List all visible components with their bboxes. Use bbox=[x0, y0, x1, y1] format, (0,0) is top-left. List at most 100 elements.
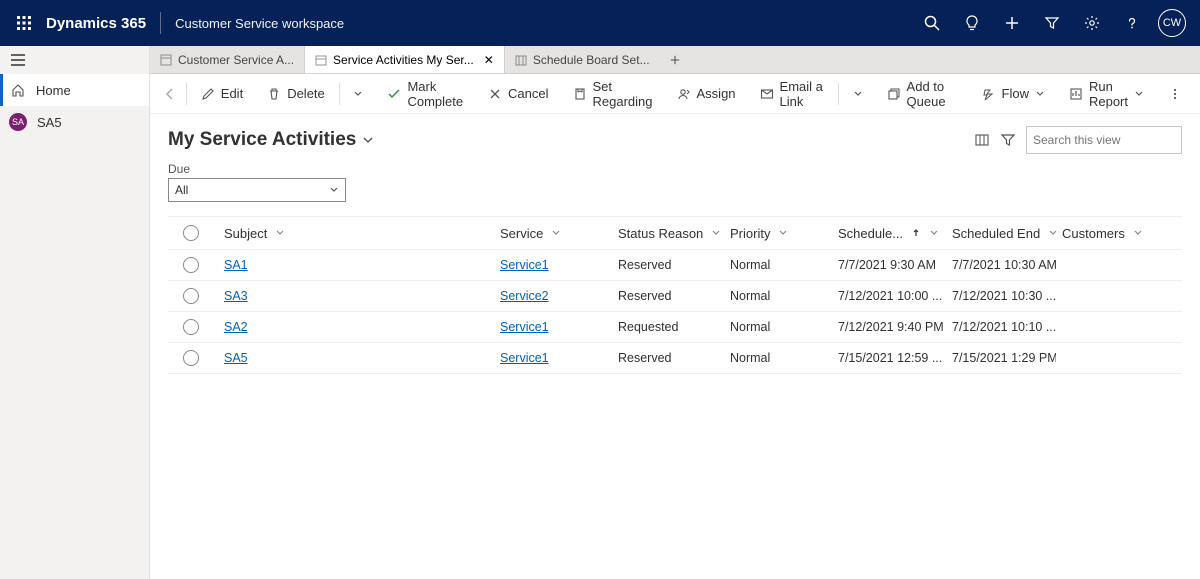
chevron-down-icon bbox=[362, 134, 374, 146]
start-cell: 7/15/2021 12:59 ... bbox=[832, 351, 946, 365]
status-cell: Reserved bbox=[612, 258, 724, 272]
chevron-down-icon bbox=[1035, 89, 1045, 99]
end-cell: 7/7/2021 10:30 AM bbox=[946, 258, 1056, 272]
brand-name: Dynamics 365 bbox=[46, 15, 146, 32]
priority-cell: Normal bbox=[724, 258, 832, 272]
end-cell: 7/12/2021 10:30 ... bbox=[946, 289, 1056, 303]
assign-button[interactable]: Assign bbox=[667, 74, 746, 114]
col-scheduled-end[interactable]: Scheduled End bbox=[946, 226, 1056, 241]
activity-badge-icon: SA bbox=[9, 113, 27, 131]
start-cell: 7/12/2021 10:00 ... bbox=[832, 289, 946, 303]
row-selector[interactable] bbox=[168, 319, 214, 335]
tab-service-activities[interactable]: Service Activities My Ser... ✕ bbox=[304, 46, 505, 73]
user-avatar-initials: CW bbox=[1163, 17, 1181, 29]
edit-button[interactable]: Edit bbox=[191, 74, 253, 114]
nav-item-sa5[interactable]: SA SA5 bbox=[0, 106, 149, 138]
set-regarding-button[interactable]: Set Regarding bbox=[563, 74, 663, 114]
col-service[interactable]: Service bbox=[494, 226, 612, 241]
table-row[interactable]: SA1 Service1 ReservedNormal7/7/2021 9:30 A… bbox=[168, 250, 1182, 281]
grid-header: Subject Service Status Reason Priority S… bbox=[168, 216, 1182, 250]
cmd-label: Add to Queue bbox=[907, 79, 958, 109]
lightbulb-icon[interactable] bbox=[952, 0, 992, 46]
status-cell: Requested bbox=[612, 320, 724, 334]
col-status[interactable]: Status Reason bbox=[612, 226, 724, 241]
overflow-button[interactable] bbox=[1158, 74, 1192, 114]
tab-schedule-board[interactable]: Schedule Board Set... bbox=[505, 46, 660, 73]
col-priority[interactable]: Priority bbox=[724, 226, 832, 241]
tabstrip: Customer Service A... Service Activities… bbox=[150, 46, 1200, 74]
filter-view-icon[interactable] bbox=[1000, 132, 1016, 148]
search-view-box[interactable] bbox=[1026, 126, 1182, 154]
nav-collapse-toggle[interactable] bbox=[0, 46, 149, 74]
cmd-label: Email a Link bbox=[780, 79, 824, 109]
sort-ascending-icon bbox=[911, 228, 921, 238]
tab-label: Customer Service A... bbox=[178, 53, 294, 67]
tab-customer-service[interactable]: Customer Service A... bbox=[150, 46, 304, 73]
back-button[interactable] bbox=[158, 87, 182, 101]
row-selector[interactable] bbox=[168, 288, 214, 304]
table-row[interactable]: SA5Service1ReservedNormal7/15/2021 12:59… bbox=[168, 343, 1182, 374]
nav-item-home[interactable]: Home bbox=[0, 74, 149, 106]
service-link[interactable]: Service2 bbox=[500, 289, 549, 303]
topbar-divider bbox=[160, 12, 161, 34]
status-cell: Reserved bbox=[612, 351, 724, 365]
delete-icon bbox=[267, 87, 281, 101]
new-tab-button[interactable] bbox=[660, 46, 690, 73]
subject-link[interactable]: SA1 bbox=[224, 258, 248, 272]
subject-link[interactable]: SA3 bbox=[224, 289, 248, 303]
data-grid: Subject Service Status Reason Priority S… bbox=[168, 216, 1182, 374]
cmd-label: Delete bbox=[287, 86, 325, 101]
nav-item-label: Home bbox=[36, 83, 71, 98]
view-title-text: My Service Activities bbox=[168, 129, 356, 151]
row-selector[interactable] bbox=[168, 350, 214, 366]
table-row[interactable]: SA3Service2ReservedNormal7/12/2021 10:00… bbox=[168, 281, 1182, 312]
col-scheduled-start[interactable]: Schedule... bbox=[832, 226, 946, 241]
add-to-queue-button[interactable]: Add to Queue bbox=[877, 74, 968, 114]
mark-complete-button[interactable]: Mark Complete bbox=[377, 74, 474, 114]
add-icon[interactable] bbox=[992, 0, 1032, 46]
start-cell: 7/7/2021 9:30 AM bbox=[832, 258, 946, 272]
subject-link[interactable]: SA2 bbox=[224, 320, 248, 334]
user-avatar[interactable]: CW bbox=[1158, 9, 1186, 37]
table-row[interactable]: SA2Service1RequestedNormal7/12/2021 9:40… bbox=[168, 312, 1182, 343]
help-icon[interactable] bbox=[1112, 0, 1152, 46]
chevron-down-icon bbox=[329, 185, 339, 195]
app-launcher-icon[interactable] bbox=[8, 7, 40, 39]
search-input[interactable] bbox=[1033, 133, 1188, 147]
view-title[interactable]: My Service Activities bbox=[168, 129, 374, 151]
gear-icon[interactable] bbox=[1072, 0, 1112, 46]
email-link-button[interactable]: Email a Link bbox=[750, 74, 834, 114]
service-link[interactable]: Service1 bbox=[500, 258, 549, 272]
edit-icon bbox=[201, 87, 215, 101]
flow-button[interactable]: Flow bbox=[972, 74, 1055, 114]
run-report-button[interactable]: Run Report bbox=[1059, 74, 1154, 114]
column-options-icon[interactable] bbox=[974, 132, 990, 148]
cancel-icon bbox=[488, 87, 502, 101]
cmd-label: Cancel bbox=[508, 86, 548, 101]
service-link[interactable]: Service1 bbox=[500, 351, 549, 365]
row-selector[interactable] bbox=[168, 257, 214, 273]
cmd-label: Set Regarding bbox=[593, 79, 653, 109]
delete-button[interactable]: Delete bbox=[257, 74, 335, 114]
select-all-header[interactable] bbox=[168, 225, 214, 241]
filter-icon[interactable] bbox=[1032, 0, 1072, 46]
regarding-icon bbox=[573, 87, 587, 101]
assign-icon bbox=[677, 87, 691, 101]
cmd-label: Run Report bbox=[1089, 79, 1128, 109]
subject-link[interactable]: SA5 bbox=[224, 351, 248, 365]
command-bar: Edit Delete Mark Complete Cancel Set Reg… bbox=[150, 74, 1200, 114]
due-filter-select[interactable]: All bbox=[168, 178, 346, 202]
global-topbar: Dynamics 365 Customer Service workspace … bbox=[0, 0, 1200, 46]
priority-cell: Normal bbox=[724, 320, 832, 334]
close-icon[interactable]: ✕ bbox=[484, 53, 494, 67]
col-customers[interactable]: Customers bbox=[1056, 226, 1166, 241]
status-cell: Reserved bbox=[612, 289, 724, 303]
col-subject[interactable]: Subject bbox=[214, 226, 494, 241]
cancel-button[interactable]: Cancel bbox=[478, 74, 558, 114]
service-link[interactable]: Service1 bbox=[500, 320, 549, 334]
email-icon bbox=[760, 87, 774, 101]
cmd-label: Assign bbox=[697, 86, 736, 101]
delete-split-chevron[interactable] bbox=[343, 74, 373, 114]
search-icon[interactable] bbox=[912, 0, 952, 46]
email-link-split-chevron[interactable] bbox=[843, 74, 873, 114]
